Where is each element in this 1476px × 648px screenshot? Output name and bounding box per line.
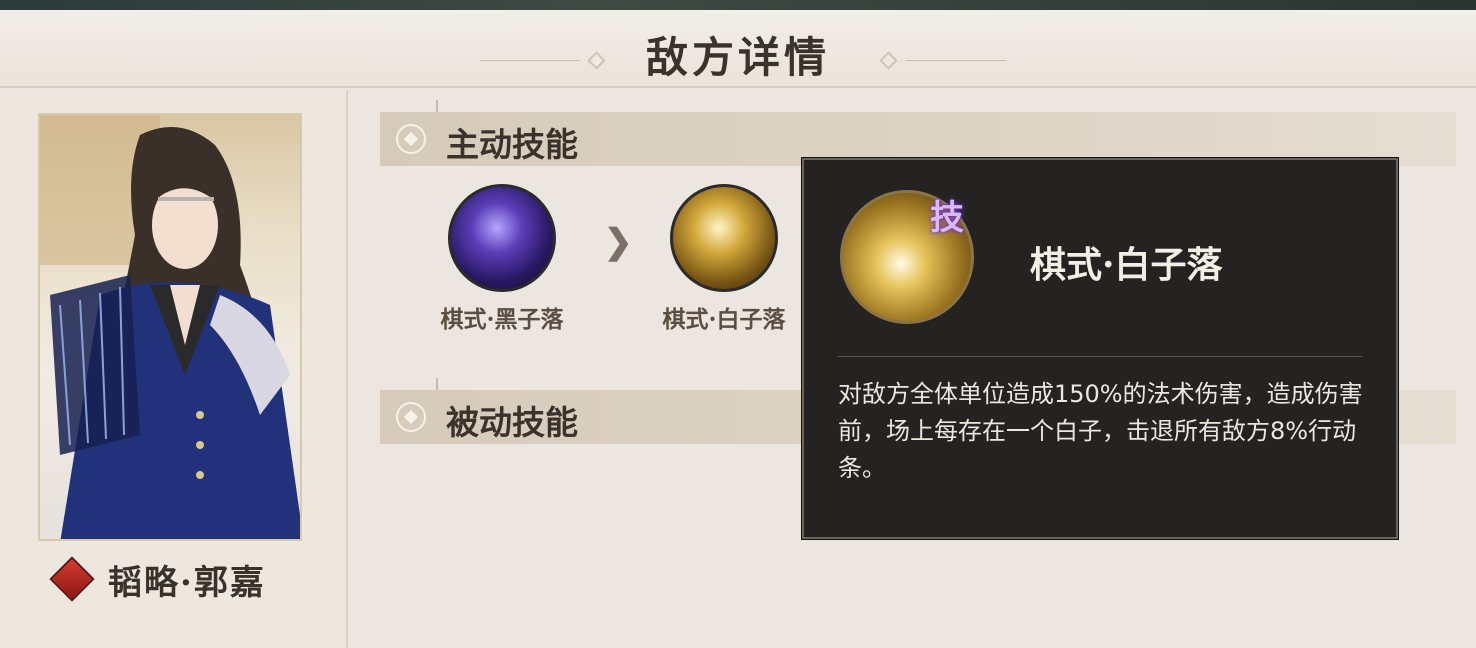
character-name-row: 韬略·郭嘉 [49, 556, 266, 603]
black-stone-skill-icon[interactable] [448, 184, 556, 292]
faction-emblem-icon [49, 556, 95, 602]
page-title: 敌方详情 [645, 33, 830, 82]
skill-name: 棋式·白子落 [662, 306, 786, 333]
active-skills-label: 主动技能 [446, 125, 578, 164]
skill-tooltip: 技 棋式·白子落 对敌方全体单位造成150%的法术伤害，造成伤害前，场上每存在一… [802, 158, 1398, 539]
skill-type-badge: 技 [930, 198, 964, 238]
section-tick [436, 100, 438, 112]
page-header: 敌方详情 [0, 10, 1476, 88]
compass-icon [396, 124, 426, 154]
character-portrait-art [40, 115, 300, 539]
white-stone-skill-icon[interactable] [670, 184, 778, 292]
skill-slot-black[interactable]: 棋式·黑子落 [437, 184, 567, 334]
tooltip-title: 棋式·白子落 [1030, 244, 1223, 286]
chevron-right-icon: ❯ [604, 222, 633, 262]
tooltip-divider [838, 356, 1362, 357]
title-deco-line-right [906, 60, 1006, 61]
top-strip [0, 0, 1476, 10]
section-tick [436, 378, 438, 390]
tooltip-description: 对敌方全体单位造成150%的法术伤害，造成伤害前，场上每存在一个白子，击退所有敌… [838, 380, 1363, 482]
passive-skills-label: 被动技能 [446, 403, 578, 442]
skill-slot-white[interactable]: 棋式·白子落 [659, 184, 789, 334]
compass-icon [396, 402, 426, 432]
skill-name: 棋式·黑子落 [440, 306, 564, 333]
character-portrait [38, 113, 302, 541]
character-name: 韬略·郭嘉 [108, 562, 266, 603]
